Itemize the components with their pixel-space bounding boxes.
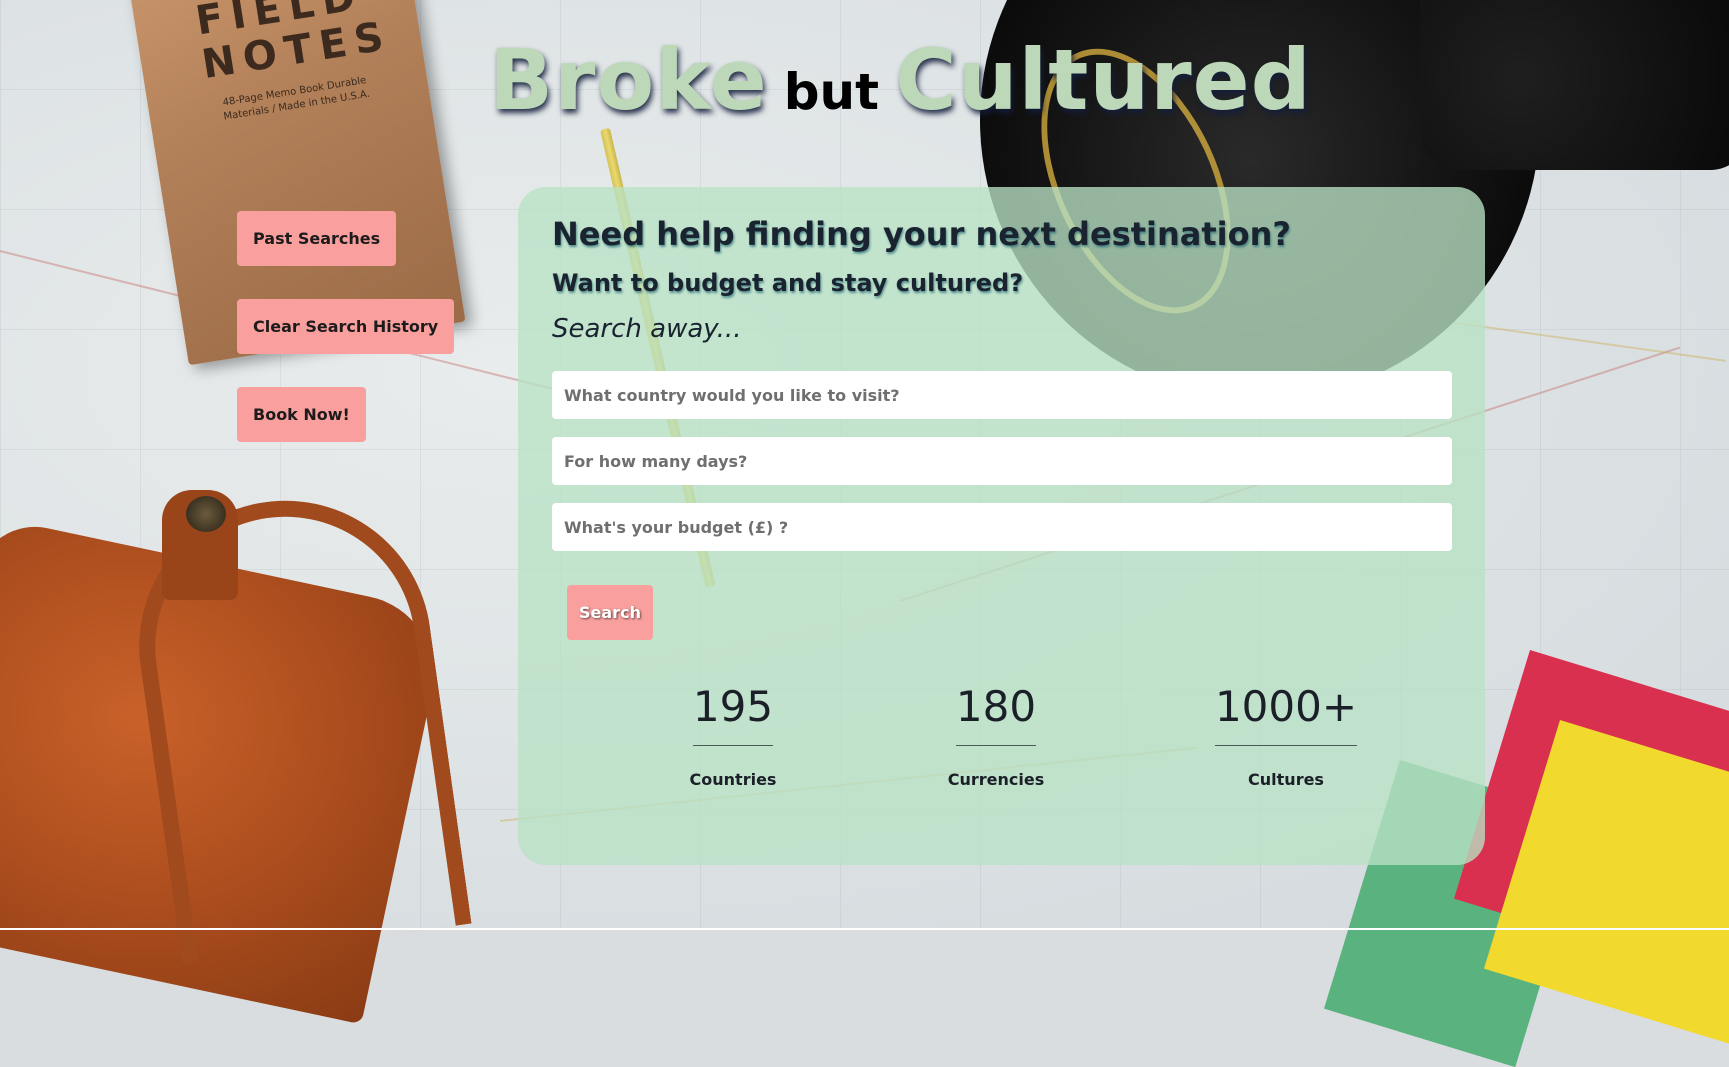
stat-value: 1000+ bbox=[1214, 679, 1358, 746]
budget-input[interactable] bbox=[552, 503, 1452, 551]
title-word-cultured: Cultured bbox=[895, 31, 1312, 129]
stat-currencies: 180 Currencies bbox=[931, 679, 1061, 789]
camera-body bbox=[1420, 0, 1729, 170]
title-word-broke: Broke bbox=[489, 31, 768, 129]
title-word-but: but bbox=[783, 63, 880, 121]
country-input[interactable] bbox=[552, 371, 1452, 419]
card-heading: Need help finding your next destination? bbox=[552, 215, 1291, 253]
stat-value: 195 bbox=[692, 679, 774, 746]
stat-label: Currencies bbox=[947, 770, 1045, 789]
backpack-rivet bbox=[186, 496, 226, 532]
notebook-title: FIELD NOTES bbox=[192, 0, 395, 89]
site-title: Broke but Cultured bbox=[489, 38, 1312, 122]
past-searches-button[interactable]: Past Searches bbox=[237, 211, 397, 266]
stat-countries: 195 Countries bbox=[668, 679, 798, 789]
search-button[interactable]: Search bbox=[567, 585, 653, 640]
stat-label: Countries bbox=[689, 770, 777, 789]
stat-cultures: 1000+ Cultures bbox=[1196, 679, 1376, 789]
book-now-button[interactable]: Book Now! bbox=[237, 387, 366, 442]
stat-label: Cultures bbox=[1248, 770, 1324, 789]
card-tagline: Search away... bbox=[552, 314, 742, 344]
card-subheading: Want to budget and stay cultured? bbox=[552, 269, 1024, 297]
search-card: Need help finding your next destination?… bbox=[518, 187, 1485, 865]
days-input[interactable] bbox=[552, 437, 1452, 485]
clear-search-history-button[interactable]: Clear Search History bbox=[237, 299, 455, 354]
stat-value: 180 bbox=[955, 679, 1037, 746]
